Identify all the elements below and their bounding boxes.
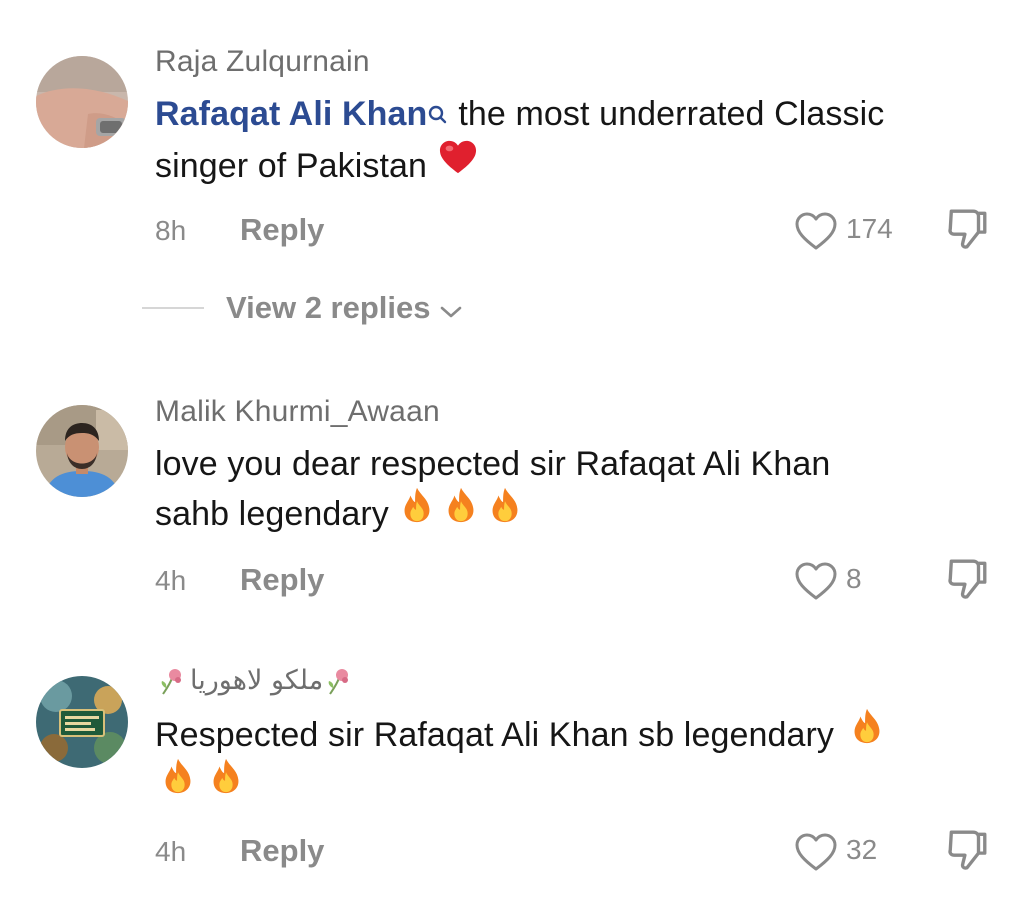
- thumbs-down-icon[interactable]: [944, 556, 990, 602]
- comment-time: 8h: [155, 215, 187, 246]
- fire-emoji: [486, 486, 524, 538]
- comment-text: Rafaqat Ali Khan the most underrated Clas…: [155, 89, 995, 191]
- heart-icon[interactable]: [794, 211, 838, 251]
- chevron-down-icon: [440, 306, 462, 318]
- reply-button[interactable]: Reply: [240, 562, 324, 598]
- like-button[interactable]: [794, 561, 838, 601]
- red-heart-emoji: [437, 138, 479, 190]
- dislike-button[interactable]: [944, 827, 990, 873]
- fire-emoji: [442, 486, 480, 538]
- avatar[interactable]: [36, 405, 128, 497]
- search-icon[interactable]: [428, 91, 448, 141]
- comment-text-line: love you dear respected sir Rafaqat Ali …: [155, 445, 831, 483]
- comment-username[interactable]: Raja Zulqurnain: [155, 45, 370, 79]
- fire-emoji: [159, 757, 197, 809]
- comment-text-line: the most underrated Classic: [458, 95, 885, 133]
- like-count: 174: [846, 213, 893, 244]
- comment-text-line: Respected sir Rafaqat Ali Khan sb legend…: [155, 716, 835, 754]
- wilted-rose-emoji: [325, 666, 355, 696]
- comment-text: love you dear respected sir Rafaqat Ali …: [155, 439, 995, 539]
- fire-emoji: [207, 757, 245, 809]
- comment-text-line: singer of Pakistan: [155, 147, 428, 185]
- comment-text-line: sahb legendary: [155, 495, 389, 533]
- like-button[interactable]: [794, 832, 838, 872]
- comment-text: Respected sir Rafaqat Ali Khan sb legend…: [155, 710, 995, 810]
- fire-emoji: [848, 707, 886, 759]
- comment-username-row[interactable]: ملکو لاھوریا: [158, 665, 355, 696]
- avatar[interactable]: [36, 56, 128, 148]
- comment-time: 4h: [155, 565, 187, 596]
- view-replies-label: View 2 replies: [226, 290, 431, 325]
- like-button[interactable]: [794, 211, 838, 251]
- comment-time: 4h: [155, 836, 187, 867]
- heart-icon[interactable]: [794, 832, 838, 872]
- avatar[interactable]: [36, 676, 128, 768]
- like-count: 8: [846, 563, 862, 594]
- comment-username[interactable]: Malik Khurmi_Awaan: [155, 395, 440, 429]
- thumbs-down-icon[interactable]: [944, 827, 990, 873]
- heart-icon[interactable]: [794, 561, 838, 601]
- reply-button[interactable]: Reply: [240, 212, 324, 248]
- view-replies-button[interactable]: View 2 replies: [226, 290, 463, 326]
- mention-link[interactable]: Rafaqat Ali Khan: [155, 95, 427, 133]
- dislike-button[interactable]: [944, 556, 990, 602]
- wilted-rose-emoji: [158, 666, 188, 696]
- thumbs-down-icon[interactable]: [944, 206, 990, 252]
- replies-divider: [142, 307, 204, 309]
- fire-emoji: [398, 486, 436, 538]
- comment-username[interactable]: ملکو لاھوریا: [190, 665, 323, 696]
- dislike-button[interactable]: [944, 206, 990, 252]
- like-count: 32: [846, 834, 878, 865]
- reply-button[interactable]: Reply: [240, 833, 324, 869]
